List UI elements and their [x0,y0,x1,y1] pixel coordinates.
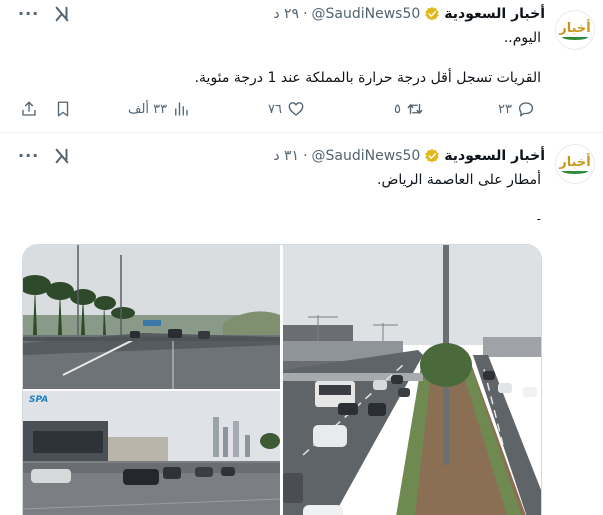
bookmark-button[interactable] [54,100,72,118]
retweet-button[interactable]: ٥ [394,100,424,118]
reply-button[interactable]: ٢٣ [498,100,535,118]
views-count: ٣٣ ألف [128,101,168,117]
avatar-swoosh [562,34,588,40]
tweet-header: أخبار السعودية @SaudiNews50 · ٢٩ د [273,4,545,24]
tweet[interactable]: أخبار أخبار السعودية @SaudiNews50 · ٣١ د… [0,134,603,515]
like-button[interactable]: ٧٦ [268,100,305,118]
grok-icon[interactable] [53,5,71,23]
share-icon [22,101,36,116]
avatar[interactable]: أخبار [555,10,595,50]
header-actions: ··· [18,146,71,165]
author-handle[interactable]: @SaudiNews50 [312,6,421,22]
avatar-swoosh [562,168,588,174]
tweet[interactable]: أخبار أخبار السعودية @SaudiNews50 · ٢٩ د… [0,0,603,133]
header-actions: ··· [18,4,71,23]
tweet-text-line: القريات تسجل أقل درجة حرارة بالمملكة عند… [194,70,541,86]
likes-count: ٧٦ [268,101,282,117]
author-name[interactable]: أخبار السعودية [444,6,545,22]
verified-badge-icon [425,6,439,21]
photo-riyadh-highway[interactable] [283,245,541,515]
separator-dot: · [303,148,308,164]
photo-rainy-highway[interactable] [23,245,280,389]
replies-count: ٢٣ [498,101,512,117]
grok-icon[interactable] [53,147,71,165]
retweet-icon [407,103,423,115]
media-watermark: SPA [29,395,49,405]
more-icon[interactable]: ··· [18,4,39,23]
author-name[interactable]: أخبار السعودية [444,148,545,164]
photo-image [283,245,541,515]
author-handle[interactable]: @SaudiNews50 [312,148,421,164]
media-grid[interactable]: SPA [22,244,542,515]
photo-image [23,391,280,515]
retweets-count: ٥ [394,101,401,117]
tweet-actions: ٣٣ ألف ٧٦ ٥ ٢٣ [20,100,544,122]
tweet-text-dash: - [536,212,541,226]
tweet-time[interactable]: ٢٩ د [273,6,299,22]
more-icon[interactable]: ··· [18,146,39,165]
bookmark-icon [57,101,69,117]
tweet-text-line: أمطار على العاصمة الرياض. [377,172,541,188]
like-icon [288,102,304,116]
avatar[interactable]: أخبار [555,144,595,184]
photo-image [23,245,280,389]
reply-icon [518,102,534,117]
views-icon [175,102,188,116]
tweet-text-line: اليوم.. [503,30,541,46]
separator-dot: · [303,6,308,22]
views-button[interactable]: ٣٣ ألف [128,100,190,118]
photo-rainy-street[interactable]: SPA [23,391,280,515]
share-button[interactable] [20,100,38,118]
tweet-time[interactable]: ٣١ د [273,148,299,164]
verified-badge-icon [425,148,439,163]
tweet-header: أخبار السعودية @SaudiNews50 · ٣١ د [273,146,545,166]
